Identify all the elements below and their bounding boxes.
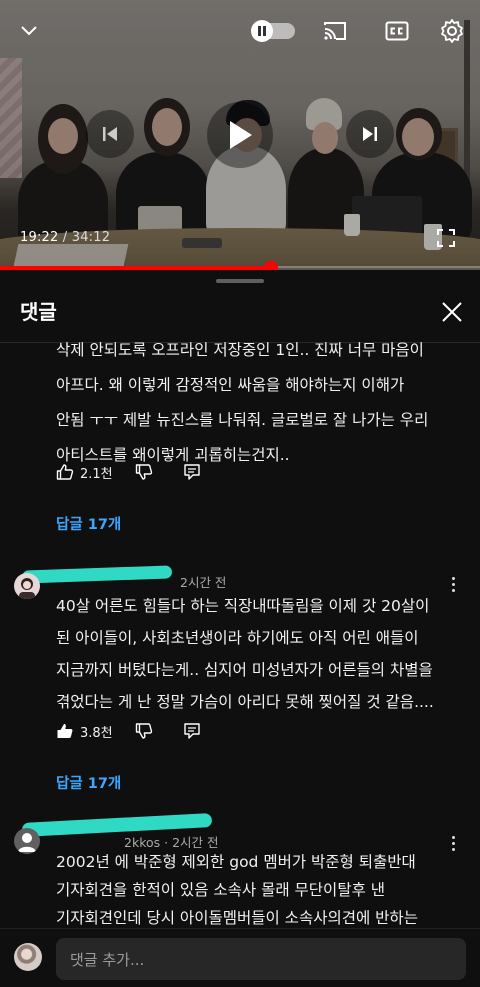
like-icon[interactable] (56, 463, 74, 481)
like-count: 3.8천 (80, 725, 113, 741)
comment-text-line: 기자회견을 한적이 있음 소속사 몰래 무단이탈후 낸 (56, 881, 386, 899)
comment-actions: 3.8천 (56, 720, 201, 742)
gear-icon[interactable] (438, 16, 466, 46)
view-replies-button[interactable]: 답글 17개 (56, 772, 121, 793)
add-comment-input[interactable]: 댓글 추가... (56, 938, 466, 980)
chevron-down-icon[interactable] (16, 16, 42, 46)
next-icon (363, 127, 377, 141)
comments-panel: 댓글 삭제 안되도록 오프라인 저장중인 1인.. 진짜 너무 마음이 아프다.… (0, 270, 480, 987)
comment-text-line: 안됨 ㅜㅜ 제발 뉴진스를 나둬줘. 글로벌로 잘 나가는 우리 (56, 411, 429, 429)
comment-actions: 2.1천 (56, 461, 201, 483)
panel-title: 댓글 (20, 300, 57, 324)
play-icon (230, 121, 252, 149)
more-options-icon[interactable] (446, 574, 460, 594)
comment-text-line: 40살 어른도 힘들다 하는 직장내따돌림을 이제 갓 20살이 (56, 597, 430, 615)
like-count: 2.1천 (80, 466, 113, 482)
close-icon[interactable] (440, 300, 464, 324)
comment-text-line: 된 아이들이, 사회초년생이라 하기에도 아직 어린 애들이 (56, 629, 419, 647)
view-replies-button[interactable]: 답글 17개 (56, 513, 121, 534)
previous-button[interactable] (86, 110, 134, 158)
user-avatar[interactable] (14, 943, 42, 971)
fullscreen-icon[interactable] (436, 228, 456, 248)
dislike-icon[interactable] (135, 463, 153, 481)
video-player[interactable]: 19:22 / 34:12 (0, 0, 480, 268)
autoplay-toggle[interactable] (251, 16, 296, 46)
avatar[interactable] (14, 573, 40, 599)
next-button[interactable] (346, 110, 394, 158)
previous-icon (103, 127, 117, 141)
comment-text-line: 2002년 에 박준형 제외한 god 멤버가 박준형 퇴출반대 (56, 853, 416, 871)
dislike-icon[interactable] (135, 722, 153, 740)
comment-text-line: 아프다. 왜 이렇게 감정적인 싸움을 해야하는지 이해가 (56, 376, 405, 394)
comment-time: 2시간 전 (180, 575, 227, 590)
autoplay-track (251, 20, 295, 42)
pause-icon (251, 20, 273, 42)
duration: 34:12 (71, 230, 111, 245)
redaction-mark (21, 565, 173, 584)
comment-text-line: 겪었다는 게 난 정말 가슴이 아리다 못해 찢어질 것 같음.... (56, 693, 434, 711)
comment-text-line: 지금까지 버텼다는게.. 심지어 미성년자가 어른들의 차별을 (56, 661, 433, 679)
time-separator: / (58, 230, 72, 245)
time-display: 19:22 / 34:12 (20, 230, 110, 245)
comment-composer: 댓글 추가... (0, 928, 480, 987)
play-button[interactable] (207, 102, 273, 168)
reply-icon[interactable] (183, 463, 201, 481)
comment-text-line: 삭제 안되도록 오프라인 저장중인 1인.. 진짜 너무 마음이 (56, 341, 424, 359)
captions-icon[interactable] (383, 16, 411, 46)
avatar[interactable] (14, 828, 40, 854)
cast-icon[interactable] (320, 16, 350, 46)
like-icon[interactable] (56, 722, 74, 740)
reply-icon[interactable] (183, 722, 201, 740)
drag-handle[interactable] (216, 279, 264, 283)
current-time: 19:22 (20, 230, 59, 245)
